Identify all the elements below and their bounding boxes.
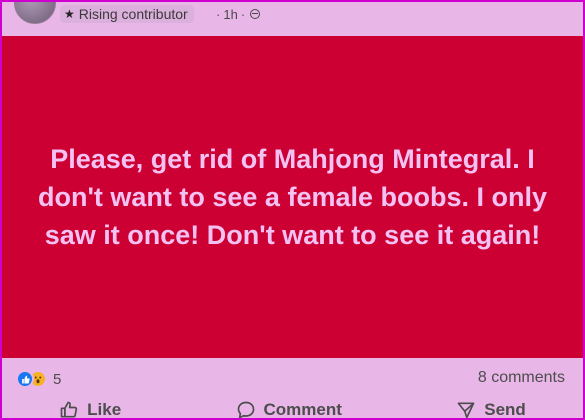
comment-bubble-icon (237, 401, 254, 418)
send-label: Send (484, 400, 526, 419)
badge-label: Rising contributor (78, 6, 188, 22)
comments-count[interactable]: 8 comments (478, 369, 565, 387)
rising-contributor-badge[interactable]: ★ Rising contributor (60, 5, 194, 23)
like-button[interactable]: Like (59, 400, 122, 419)
like-label: Like (87, 400, 122, 419)
post-text: Please, get rid of Mahjong Mintegral. I … (38, 144, 547, 250)
reactions-summary[interactable]: 5 (16, 369, 61, 389)
send-icon (457, 402, 475, 418)
post-card: ★ Rising contributor · 1h · Please, get … (0, 0, 585, 420)
action-bar: Like Comment Send (2, 397, 583, 419)
globe-icon[interactable] (250, 9, 261, 19)
reaction-count: 5 (53, 370, 62, 388)
avatar[interactable] (14, 2, 56, 24)
like-icon (16, 370, 34, 388)
thumbs-up-icon (60, 401, 78, 418)
comment-button[interactable]: Comment (236, 400, 342, 419)
star-icon: ★ (64, 7, 75, 21)
post-body[interactable]: Please, get rid of Mahjong Mintegral. I … (2, 36, 583, 358)
send-button[interactable]: Send (456, 400, 526, 419)
post-meta: · 1h · (213, 5, 261, 23)
comment-label: Comment (263, 400, 342, 419)
post-header: ★ Rising contributor · 1h · (2, 2, 583, 36)
separator-dot: · (240, 6, 246, 22)
separator-dot: · (216, 6, 221, 22)
post-time[interactable]: 1h (223, 7, 237, 22)
